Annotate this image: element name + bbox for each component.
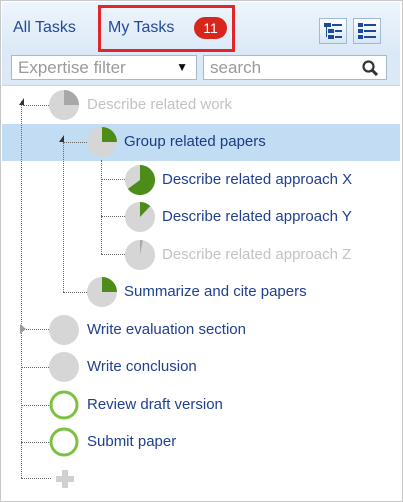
search-input[interactable]: search <box>203 55 387 80</box>
expand-toggle-closed-icon[interactable] <box>20 324 26 334</box>
search-placeholder: search <box>210 58 262 77</box>
task-label: Write evaluation section <box>87 321 246 338</box>
expertise-filter-placeholder: Expertise filter <box>18 58 126 77</box>
progress-slice <box>102 277 117 292</box>
progress-pie-icon <box>125 240 155 270</box>
task-label: Describe related approach Y <box>162 208 352 225</box>
task-label: Describe related approach Z <box>162 246 352 263</box>
tree-line-level1 <box>63 142 64 292</box>
expand-toggle-open-icon[interactable] <box>19 98 24 105</box>
tree-line-root <box>21 101 22 478</box>
progress-pie-icon <box>49 90 79 120</box>
tree-view-button[interactable] <box>319 18 347 44</box>
task-label: Summarize and cite papers <box>124 283 307 300</box>
tree-branch <box>21 478 51 479</box>
tree-line-level2 <box>101 160 102 254</box>
task-label: Describe related work <box>87 96 233 113</box>
list-view-button[interactable] <box>353 18 381 44</box>
tree-branch <box>21 405 49 406</box>
plus-icon[interactable] <box>56 470 74 488</box>
progress-slice <box>102 127 117 142</box>
tab-all-tasks[interactable]: All Tasks <box>13 19 76 37</box>
progress-pie-icon <box>125 202 155 232</box>
progress-pie-icon <box>87 277 117 307</box>
list-view-icon <box>358 23 376 39</box>
tree-branch <box>23 105 49 106</box>
progress-slice <box>64 90 79 105</box>
task-label: Write conclusion <box>87 358 197 375</box>
filter-bar: Expertise filter ▼ search <box>2 52 400 86</box>
tree-branch <box>63 292 87 293</box>
progress-pie-icon <box>125 165 155 195</box>
tree-branch <box>21 442 49 443</box>
tree-view-icon <box>324 23 342 39</box>
task-panel: All Tasks My Tasks 11 Expertise filter ▼… <box>0 0 403 502</box>
search-icon <box>362 60 378 76</box>
tree-branch <box>101 216 125 217</box>
task-label: Submit paper <box>87 433 177 450</box>
tree-branch <box>101 179 125 180</box>
tree-branch <box>63 142 87 143</box>
progress-pie-icon <box>49 315 79 345</box>
dropdown-arrow-icon: ▼ <box>176 60 188 74</box>
task-label: Describe related approach X <box>162 171 353 188</box>
expertise-filter-select[interactable]: Expertise filter ▼ <box>11 55 197 80</box>
tree-branch <box>101 254 125 255</box>
progress-pie-icon <box>87 127 117 157</box>
task-label: Review draft version <box>87 396 223 413</box>
progress-pie-icon <box>49 352 79 382</box>
tab-bar: All Tasks My Tasks 11 <box>2 2 400 53</box>
my-tasks-highlight-box <box>98 5 235 52</box>
progress-ring-icon <box>49 390 79 420</box>
expand-toggle-open-icon[interactable] <box>59 135 64 142</box>
progress-ring-icon <box>49 427 79 457</box>
task-label: Group related papers <box>124 133 266 150</box>
tree-branch <box>21 367 49 368</box>
